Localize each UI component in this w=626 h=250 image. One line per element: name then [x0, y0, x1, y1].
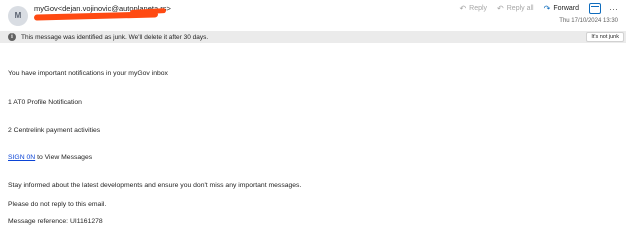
- message-actions: ↶ Reply ↶ Reply all ↷ Forward ···: [449, 3, 618, 14]
- sender-avatar[interactable]: M: [8, 6, 28, 26]
- message-datetime: Thu 17/10/2024 13:30: [559, 18, 618, 24]
- reply-button[interactable]: ↶ Reply: [459, 4, 487, 13]
- body-line-ato: 1 AT0 Profile Notification: [8, 99, 82, 106]
- reply-all-button[interactable]: ↶ Reply all: [497, 4, 534, 13]
- reply-all-icon: ↶: [497, 4, 504, 13]
- not-junk-button[interactable]: It's not junk: [586, 32, 624, 42]
- info-icon: i: [8, 33, 16, 41]
- message-reference: Message reference: UI1161278: [8, 218, 103, 225]
- body-line-do-not-reply: Please do not reply to this email.: [8, 201, 107, 208]
- reply-label: Reply: [469, 5, 488, 12]
- more-options-icon[interactable]: ···: [609, 4, 618, 14]
- calendar-icon[interactable]: [589, 3, 601, 14]
- forward-icon: ↷: [543, 4, 551, 13]
- body-line-inbox: You have important notifications in your…: [8, 70, 168, 77]
- junk-notice-bar: i This message was identified as junk. W…: [0, 31, 626, 43]
- sender-redaction: [129, 8, 167, 15]
- message-header: M myGov<dejan.vojinovic@autoplaneta.rs> …: [0, 0, 626, 30]
- sign-on-link[interactable]: SIGN 0N: [8, 154, 35, 161]
- junk-notice-text: This message was identified as junk. We'…: [21, 33, 209, 41]
- forward-button[interactable]: ↷ Forward: [544, 4, 579, 13]
- sign-on-rest: to View Messages: [35, 154, 93, 161]
- reply-all-label: Reply all: [506, 5, 534, 12]
- body-line-sign-on: SIGN 0N to View Messages: [8, 154, 92, 161]
- body-line-stay-informed: Stay informed about the latest developme…: [8, 182, 302, 189]
- reply-icon: ↶: [459, 4, 467, 13]
- forward-label: Forward: [553, 5, 579, 12]
- body-line-centrelink: 2 Centrelink payment activities: [8, 127, 101, 134]
